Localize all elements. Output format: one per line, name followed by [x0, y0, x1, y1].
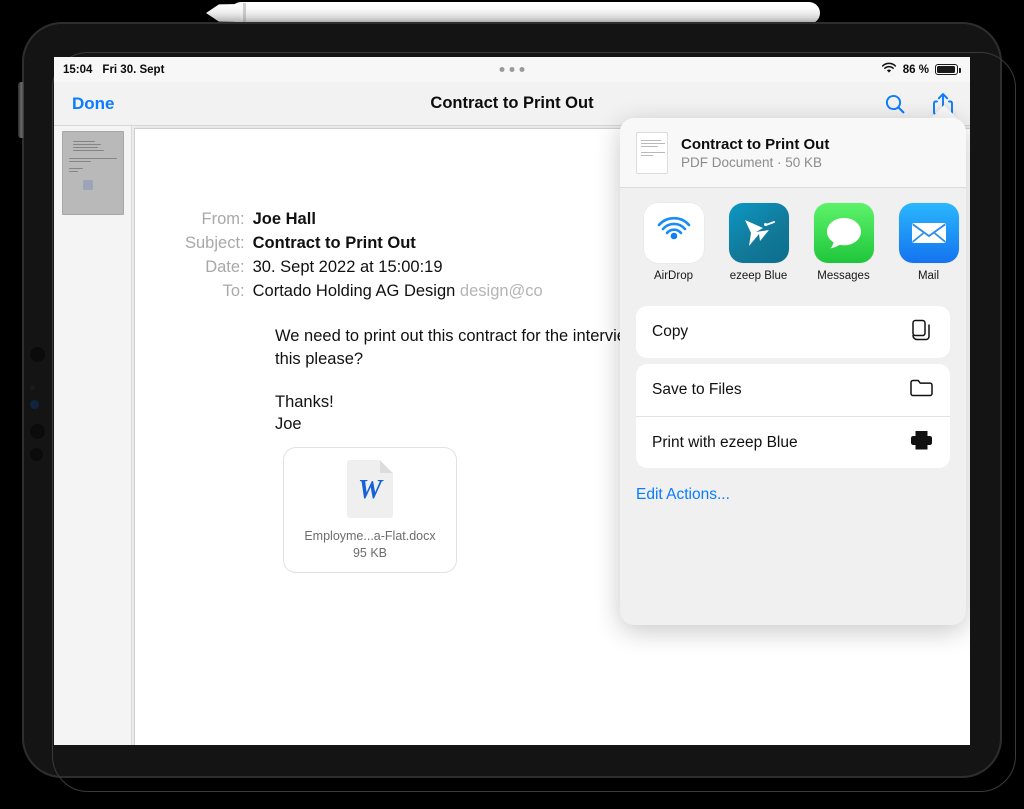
battery-percent-label: 86 %: [903, 64, 929, 76]
edit-actions-link[interactable]: Edit Actions...: [620, 468, 966, 504]
mail-icon: [899, 203, 959, 263]
status-date: Fri 30. Sept: [102, 64, 164, 76]
bezel-dot: [30, 347, 45, 362]
folder-icon: [909, 377, 934, 403]
share-apps-row[interactable]: AirDrop ezeep Blue: [620, 188, 966, 294]
mail-header-row: Subject: Contract to Print Out: [185, 231, 543, 255]
share-actions-group-1: Copy: [636, 306, 950, 358]
wifi-icon: [881, 62, 897, 77]
messages-icon: [814, 203, 874, 263]
from-value: Joe Hall: [253, 207, 543, 231]
page-thumbnail-sidebar: [54, 126, 132, 745]
share-app-label: Messages: [812, 270, 875, 282]
screenshot-stage: 15:04 Fri 30. Sept 86 % Done: [0, 0, 1024, 809]
apple-pencil: [230, 2, 820, 24]
to-recipient-name: Cortado Holding AG Design: [253, 282, 456, 300]
multitasking-handle[interactable]: [500, 67, 525, 72]
apple-pencil-band: [243, 3, 246, 23]
word-document-icon: W: [347, 460, 393, 518]
share-app-label: AirDrop: [642, 270, 705, 282]
word-icon-letter: W: [358, 476, 382, 503]
to-label: To:: [185, 279, 253, 303]
bezel-dot: [30, 424, 45, 439]
status-bar: 15:04 Fri 30. Sept 86 %: [54, 57, 970, 82]
share-app-messages[interactable]: Messages: [812, 203, 875, 282]
subject-value: Contract to Print Out: [253, 231, 543, 255]
done-button[interactable]: Done: [72, 94, 115, 114]
copy-icon: [910, 318, 934, 347]
mail-header-row: To: Cortado Holding AG Design design@co: [185, 279, 543, 303]
action-print-with-ezeep-blue[interactable]: Print with ezeep Blue: [636, 416, 950, 468]
attachment-card[interactable]: W Employme...a-Flat.docx 95 KB: [283, 447, 457, 573]
action-label: Copy: [652, 323, 688, 341]
share-app-label: Mail: [897, 270, 960, 282]
mail-header-row: Date: 30. Sept 2022 at 15:00:19: [185, 255, 543, 279]
volume-button[interactable]: [18, 82, 24, 138]
bezel-dot: [30, 448, 43, 461]
attachment-filename: Employme...a-Flat.docx: [304, 529, 435, 543]
share-file-header: Contract to Print Out PDF Document · 50 …: [620, 118, 966, 188]
action-label: Print with ezeep Blue: [652, 434, 798, 452]
action-save-to-files[interactable]: Save to Files: [636, 364, 950, 416]
share-app-ezeep-blue[interactable]: ezeep Blue: [727, 203, 790, 282]
action-copy[interactable]: Copy: [636, 306, 950, 358]
mail-header-row: From: Joe Hall: [185, 207, 543, 231]
share-app-airdrop[interactable]: AirDrop: [642, 203, 705, 282]
popover-arrow: [930, 105, 958, 119]
share-actions-group-2: Save to Files Print with ezeep Blue: [636, 364, 950, 468]
subject-label: Subject:: [185, 231, 253, 255]
to-recipient-email: design@co: [460, 282, 543, 300]
pdf-thumbnail: [636, 132, 668, 174]
page-thumbnail[interactable]: [62, 131, 124, 215]
to-value: Cortado Holding AG Design design@co: [253, 279, 543, 303]
share-file-subtitle: PDF Document · 50 KB: [681, 155, 829, 170]
airdrop-icon: [644, 203, 704, 263]
date-value: 30. Sept 2022 at 15:00:19: [253, 255, 543, 279]
share-app-label: ezeep Blue: [727, 270, 790, 282]
share-app-mail[interactable]: Mail: [897, 203, 960, 282]
battery-icon: [935, 64, 958, 75]
bezel-dot: [30, 400, 39, 409]
share-file-title: Contract to Print Out: [681, 136, 829, 153]
attachment-filesize: 95 KB: [353, 546, 387, 560]
apple-pencil-tip: [206, 4, 240, 22]
mail-header: From: Joe Hall Subject: Contract to Prin…: [185, 207, 543, 303]
action-label: Save to Files: [652, 381, 742, 399]
printer-icon: [909, 429, 934, 456]
ezeep-blue-icon: [729, 203, 789, 263]
search-icon[interactable]: [884, 93, 906, 115]
status-time: 15:04: [63, 64, 92, 76]
from-label: From:: [185, 207, 253, 231]
share-sheet-popover: Contract to Print Out PDF Document · 50 …: [620, 118, 966, 625]
ipad-screen: 15:04 Fri 30. Sept 86 % Done: [54, 57, 970, 745]
date-label: Date:: [185, 255, 253, 279]
page-title: Contract to Print Out: [430, 94, 593, 113]
bezel-dot: [30, 385, 35, 390]
